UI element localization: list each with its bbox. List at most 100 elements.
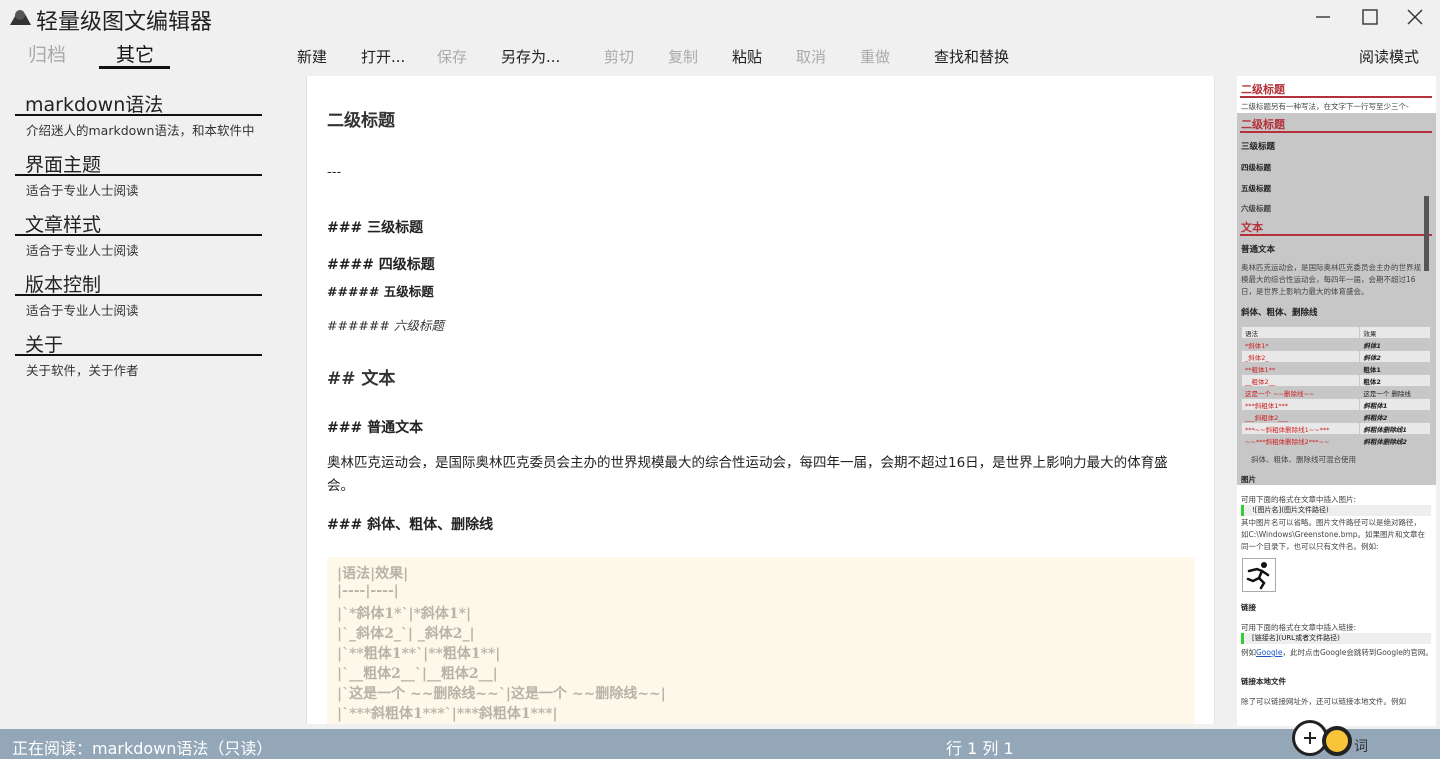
app-logo-icon	[10, 10, 31, 25]
status-cursor-position: 行 1 列 1	[946, 739, 1014, 758]
table-cell: ___斜粗体2___	[1240, 410, 1361, 423]
preview-link-heading: 链接	[1241, 603, 1256, 612]
table-cell: 这是一个 ~~删除线~~	[1240, 386, 1361, 399]
sidebar-item-desc: 介绍迷人的markdown语法，和本软件中	[26, 123, 255, 138]
table-cell: ***~~斜粗体删除线1~~***	[1240, 422, 1361, 435]
save-button[interactable]: 保存	[437, 46, 467, 67]
link-example-suffix: ，此时点击Google会跳转到Google的官网。	[1282, 648, 1433, 657]
find-replace-button[interactable]: 查找和替换	[934, 46, 1009, 67]
table-header-cell: 效果	[1359, 326, 1431, 339]
sidebar-item-title: 界面主题	[25, 154, 102, 176]
reset-zoom-button[interactable]	[1322, 726, 1352, 756]
table-row: ***~~斜粗体删除线1~~*** 斜粗体删除线1	[1240, 422, 1431, 435]
preview-link-code: [链接名](URL或者文件路径)	[1241, 633, 1431, 644]
preview-h2-note: 二级标题另有一种写法，在文字下一行写至少三个-	[1241, 102, 1409, 111]
table-cell: 粗体2	[1359, 374, 1431, 387]
editor-line-h5: ##### 五级标题	[327, 284, 434, 299]
table-row: ***斜粗体1*** 斜粗体1	[1240, 398, 1431, 411]
close-button[interactable]	[1392, 0, 1438, 34]
sidebar-item-version[interactable]: 版本控制 适合于专业人士阅读	[0, 268, 290, 328]
preview-h5: 五级标题	[1241, 184, 1271, 193]
tab-other[interactable]: 其它	[116, 40, 154, 67]
table-cell: _斜体2_	[1240, 350, 1361, 363]
sidebar-item-style[interactable]: 文章样式 适合于专业人士阅读	[0, 208, 290, 268]
sidebar-item-title: 版本控制	[25, 274, 102, 296]
preview-paragraph: 奥林匹克运动会，是国际奥林匹克委员会主办的世界规模最大的综合性运动会，每四年一届…	[1241, 263, 1421, 296]
code-line: |`*斜体1*`|*斜体1*|	[337, 606, 472, 622]
link-example-prefix: 例如	[1241, 648, 1256, 657]
open-button[interactable]: 打开...	[361, 46, 405, 67]
redo-button[interactable]: 重做	[860, 46, 890, 67]
divider	[15, 174, 262, 176]
preview-h3-plain: 普通文本	[1241, 245, 1276, 255]
preview-link-example: 例如Google，此时点击Google会跳转到Google的官网。	[1241, 647, 1433, 658]
preview-h2-rule	[1240, 234, 1432, 236]
editor-line-h3: ### 三级标题	[327, 220, 424, 236]
table-row: 这是一个 ~~删除线~~ 这是一个 删除线	[1240, 386, 1431, 399]
preview-h3-styles: 斜体、粗体、删除线	[1241, 308, 1318, 318]
divider	[15, 294, 262, 296]
table-row: *斜体1* 斜体1	[1240, 338, 1431, 351]
code-line: |----|----|	[337, 583, 399, 599]
sidebar-item-desc: 适合于专业人士阅读	[26, 303, 139, 318]
table-cell: 这是一个 删除线	[1359, 386, 1431, 399]
cut-button[interactable]: 剪切	[604, 46, 634, 67]
status-reading: 正在阅读：markdown语法（只读）	[12, 739, 273, 758]
copy-button[interactable]: 复制	[668, 46, 698, 67]
preview-syntax-table: 语法 效果 *斜体1* 斜体1 _斜体2_ 斜体2 **粗体1** 粗体1 __粗体2_…	[1240, 326, 1431, 447]
editor-line-hr: ---	[327, 164, 342, 180]
preview-local-para: 除了可以链接网址外，还可以链接本地文件。例如	[1241, 697, 1406, 706]
sidebar-item-desc: 适合于专业人士阅读	[26, 183, 139, 198]
preview-link-intro: 可用下面的格式在文章中插入链接:	[1241, 623, 1357, 632]
code-line: |`_斜体2_`| _斜体2_|	[337, 626, 475, 642]
table-cell: 斜粗体删除线1	[1359, 422, 1431, 435]
paste-button[interactable]: 粘贴	[732, 46, 762, 67]
sidebar-item-about[interactable]: 关于 关于软件，关于作者	[0, 328, 290, 388]
preview-h3: 三级标题	[1241, 142, 1276, 152]
new-button[interactable]: 新建	[297, 46, 327, 67]
preview-sample-image	[1242, 558, 1276, 592]
tab-archive[interactable]: 归档	[28, 40, 66, 67]
editor-line-h4: #### 四级标题	[327, 257, 435, 273]
sidebar-item-markdown[interactable]: markdown语法 介绍迷人的markdown语法，和本软件中	[0, 88, 290, 148]
preview-image-heading: 图片	[1241, 475, 1256, 484]
editor-line-h2-text: ## 文本	[327, 369, 396, 389]
table-cell: 斜体2	[1359, 350, 1431, 363]
table-row: __粗体2__ 粗体2	[1240, 374, 1431, 387]
preview-h2-rule	[1240, 131, 1432, 133]
close-icon	[1407, 9, 1423, 25]
preview-h4: 四级标题	[1241, 163, 1271, 172]
sidebar-item-theme[interactable]: 界面主题 适合于专业人士阅读	[0, 148, 290, 208]
preview-image-para: 其中图片名可以省略。图片文件路径可以是绝对路径，如C:\Windows\Gree…	[1241, 518, 1426, 551]
table-header-row: 语法 效果	[1240, 326, 1431, 339]
table-cell: **粗体1**	[1240, 362, 1361, 375]
table-cell: 斜体1	[1359, 338, 1431, 351]
table-row: ~~***斜粗体删除线2***~~ 斜粗体删除线2	[1240, 434, 1431, 447]
code-line: |`***斜粗体1***`|***斜粗体1***|	[337, 706, 558, 722]
reading-mode-button[interactable]: 阅读模式	[1359, 46, 1419, 67]
table-cell: ***斜粗体1***	[1240, 398, 1361, 411]
code-line: |`__粗体2__`|__粗体2__|	[337, 666, 498, 682]
runner-icon	[1246, 562, 1270, 590]
save-as-button[interactable]: 另存为...	[501, 46, 560, 67]
divider	[15, 354, 262, 356]
maximize-button[interactable]	[1347, 0, 1393, 34]
status-word-count: 词	[1354, 739, 1368, 755]
google-link[interactable]: Google	[1256, 648, 1282, 657]
table-row: **粗体1** 粗体1	[1240, 362, 1431, 375]
table-cell: 斜粗体删除线2	[1359, 434, 1431, 447]
sidebar-item-title: 文章样式	[25, 214, 102, 236]
table-header-cell: 语法	[1240, 326, 1361, 339]
active-tab-indicator	[99, 66, 170, 69]
undo-button[interactable]: 取消	[796, 46, 826, 67]
sidebar-item-desc: 关于软件，关于作者	[26, 363, 139, 378]
preview-note: 斜体、粗体、删除线可混合使用	[1251, 455, 1356, 464]
zoom-in-icon	[1304, 732, 1316, 744]
minimize-button[interactable]	[1300, 0, 1346, 34]
sidebar-item-desc: 适合于专业人士阅读	[26, 243, 139, 258]
preview-pane[interactable]: 二级标题 二级标题另有一种写法，在文字下一行写至少三个- 二级标题 三级标题 四…	[1237, 76, 1436, 726]
editor-line-h3-plain: ### 普通文本	[327, 420, 424, 436]
markdown-editor[interactable]: 二级标题 --- ### 三级标题 #### 四级标题 ##### 五级标题 #…	[306, 76, 1215, 724]
app-window: 轻量级图文编辑器 归档 其它 markdown语法 介绍迷人的markdown语…	[0, 0, 1440, 759]
preview-scrollbar-thumb[interactable]	[1424, 196, 1429, 271]
